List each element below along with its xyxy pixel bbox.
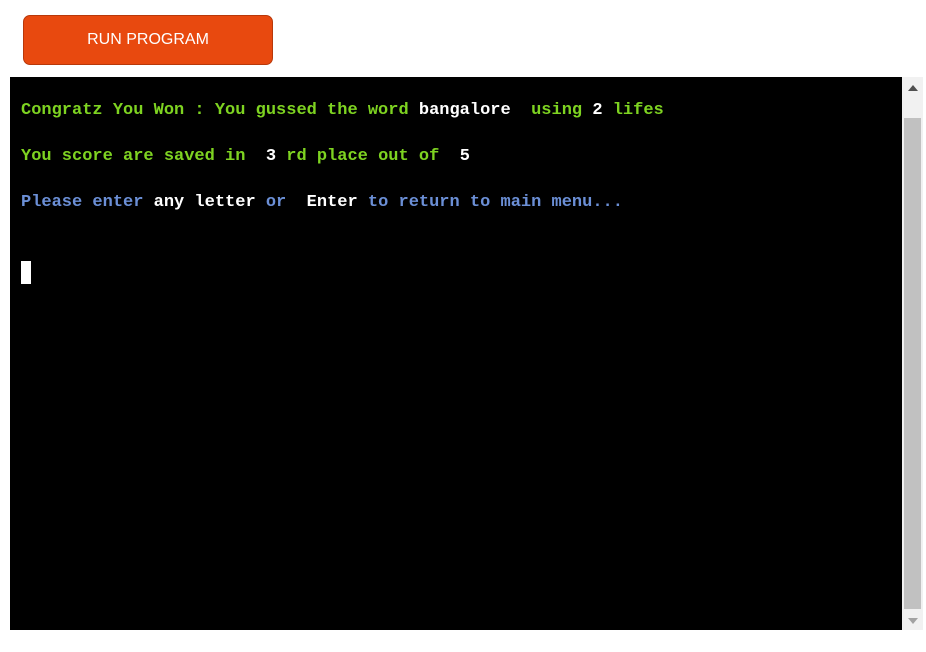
- place-label: rd place out of: [286, 147, 440, 166]
- scroll-up-arrow-icon[interactable]: [902, 79, 923, 97]
- scroll-down-arrow-icon[interactable]: [902, 612, 923, 630]
- score-message: You score are saved in: [21, 147, 246, 166]
- terminal-output[interactable]: Congratz You Won : You gussed the word b…: [10, 77, 902, 630]
- scrollbar-thumb[interactable]: [904, 118, 921, 609]
- place-number: 3: [265, 147, 277, 166]
- prompt-enter-key: Enter: [306, 193, 358, 212]
- lives-label: lifes: [612, 101, 664, 120]
- guessed-word: bangalore: [418, 101, 511, 120]
- terminal-line-prompt: Please enter any letter or Enter to retu…: [21, 193, 623, 213]
- lives-count: 2: [592, 101, 603, 120]
- prompt-please: Please enter: [21, 193, 144, 212]
- terminal-line-win: Congratz You Won : You gussed the word b…: [21, 101, 664, 121]
- total-count: 5: [459, 147, 470, 166]
- run-program-button[interactable]: RUN PROGRAM: [23, 15, 273, 65]
- terminal-line-score: You score are saved in 3 rd place out of…: [21, 147, 470, 167]
- prompt-return: to return to main menu...: [367, 193, 623, 212]
- terminal-scrollbar[interactable]: [902, 77, 923, 630]
- prompt-any-letter: any letter: [153, 193, 256, 212]
- prompt-or: or: [265, 193, 287, 212]
- terminal-cursor: [21, 261, 31, 284]
- using-label: using: [531, 101, 583, 120]
- win-message: Congratz You Won : You gussed the word: [21, 101, 409, 120]
